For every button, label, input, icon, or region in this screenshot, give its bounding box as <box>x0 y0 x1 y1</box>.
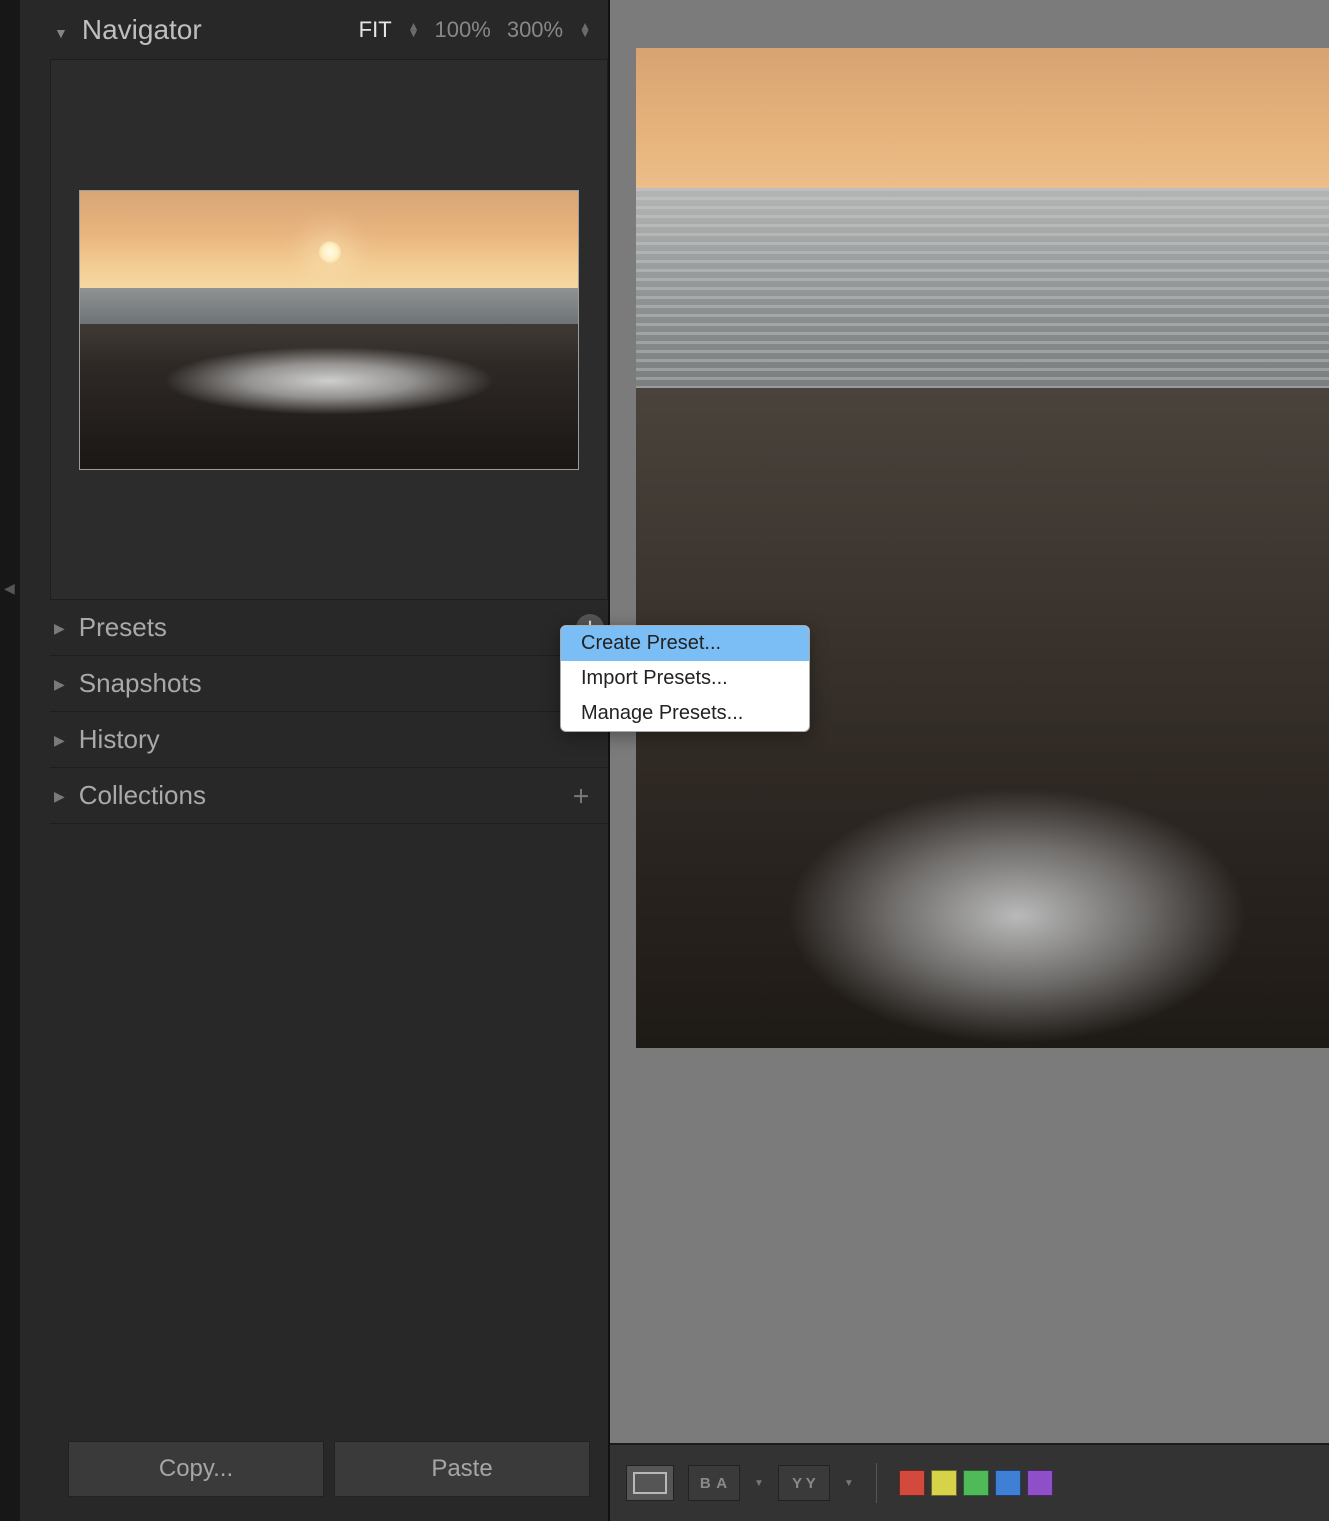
add-collection-icon[interactable]: ＋ <box>572 783 590 809</box>
zoom-stepper-icon[interactable]: ▲▼ <box>579 23 590 37</box>
presets-panel-header[interactable]: ▶ Presets ＋▾ <box>50 600 608 656</box>
color-chip-blue[interactable] <box>995 1470 1021 1496</box>
zoom-fit-button[interactable]: FIT <box>359 17 392 43</box>
navigator-header[interactable]: ▼ Navigator FIT ▲▼ 100% 300% ▲▼ <box>50 0 608 60</box>
navigator-thumbnail[interactable] <box>79 190 579 470</box>
snapshots-panel-header[interactable]: ▶ Snapshots ＋ <box>50 656 608 712</box>
zoom-300-button[interactable]: 300% <box>507 17 563 43</box>
loupe-view-button[interactable] <box>626 1465 674 1501</box>
color-label-chips <box>899 1470 1053 1496</box>
menu-import-presets[interactable]: Import Presets... <box>561 661 809 696</box>
presets-label: Presets <box>79 612 590 643</box>
navigator-preview[interactable] <box>50 60 608 600</box>
zoom-fit-stepper-icon[interactable]: ▲▼ <box>408 23 419 37</box>
sidebar-collapse-icon[interactable]: ◀ <box>4 580 15 597</box>
menu-manage-presets[interactable]: Manage Presets... <box>561 696 809 731</box>
before-after-dropdown-icon[interactable]: ▼ <box>754 1478 764 1489</box>
copy-button[interactable]: Copy... <box>68 1441 324 1497</box>
preset-context-menu: Create Preset... Import Presets... Manag… <box>560 625 810 732</box>
compare-view-button[interactable]: Y Y <box>778 1465 830 1501</box>
toolbar-separator <box>876 1463 877 1503</box>
menu-create-preset[interactable]: Create Preset... <box>561 626 809 661</box>
chevron-right-icon: ▶ <box>54 620 65 637</box>
collections-panel-header[interactable]: ▶ Collections ＋ <box>50 768 608 824</box>
compare-dropdown-icon[interactable]: ▼ <box>844 1478 854 1489</box>
main-image[interactable] <box>636 48 1329 1048</box>
paste-button[interactable]: Paste <box>334 1441 590 1497</box>
color-chip-green[interactable] <box>963 1470 989 1496</box>
color-chip-red[interactable] <box>899 1470 925 1496</box>
color-chip-yellow[interactable] <box>931 1470 957 1496</box>
main-preview-area[interactable]: B A ▼ Y Y ▼ <box>610 0 1329 1521</box>
snapshots-label: Snapshots <box>79 668 572 699</box>
before-after-button[interactable]: B A <box>688 1465 740 1501</box>
history-panel-header[interactable]: ▶ History <box>50 712 608 768</box>
color-chip-purple[interactable] <box>1027 1470 1053 1496</box>
navigator-title: Navigator <box>82 14 359 46</box>
history-label: History <box>79 724 590 755</box>
chevron-right-icon: ▶ <box>54 676 65 693</box>
collections-label: Collections <box>79 780 572 811</box>
chevron-right-icon: ▶ <box>54 732 65 749</box>
chevron-right-icon: ▶ <box>54 788 65 805</box>
bottom-toolbar: B A ▼ Y Y ▼ <box>610 1443 1329 1521</box>
rectangle-icon <box>633 1472 667 1494</box>
zoom-100-button[interactable]: 100% <box>435 17 491 43</box>
chevron-down-icon: ▼ <box>54 25 68 41</box>
